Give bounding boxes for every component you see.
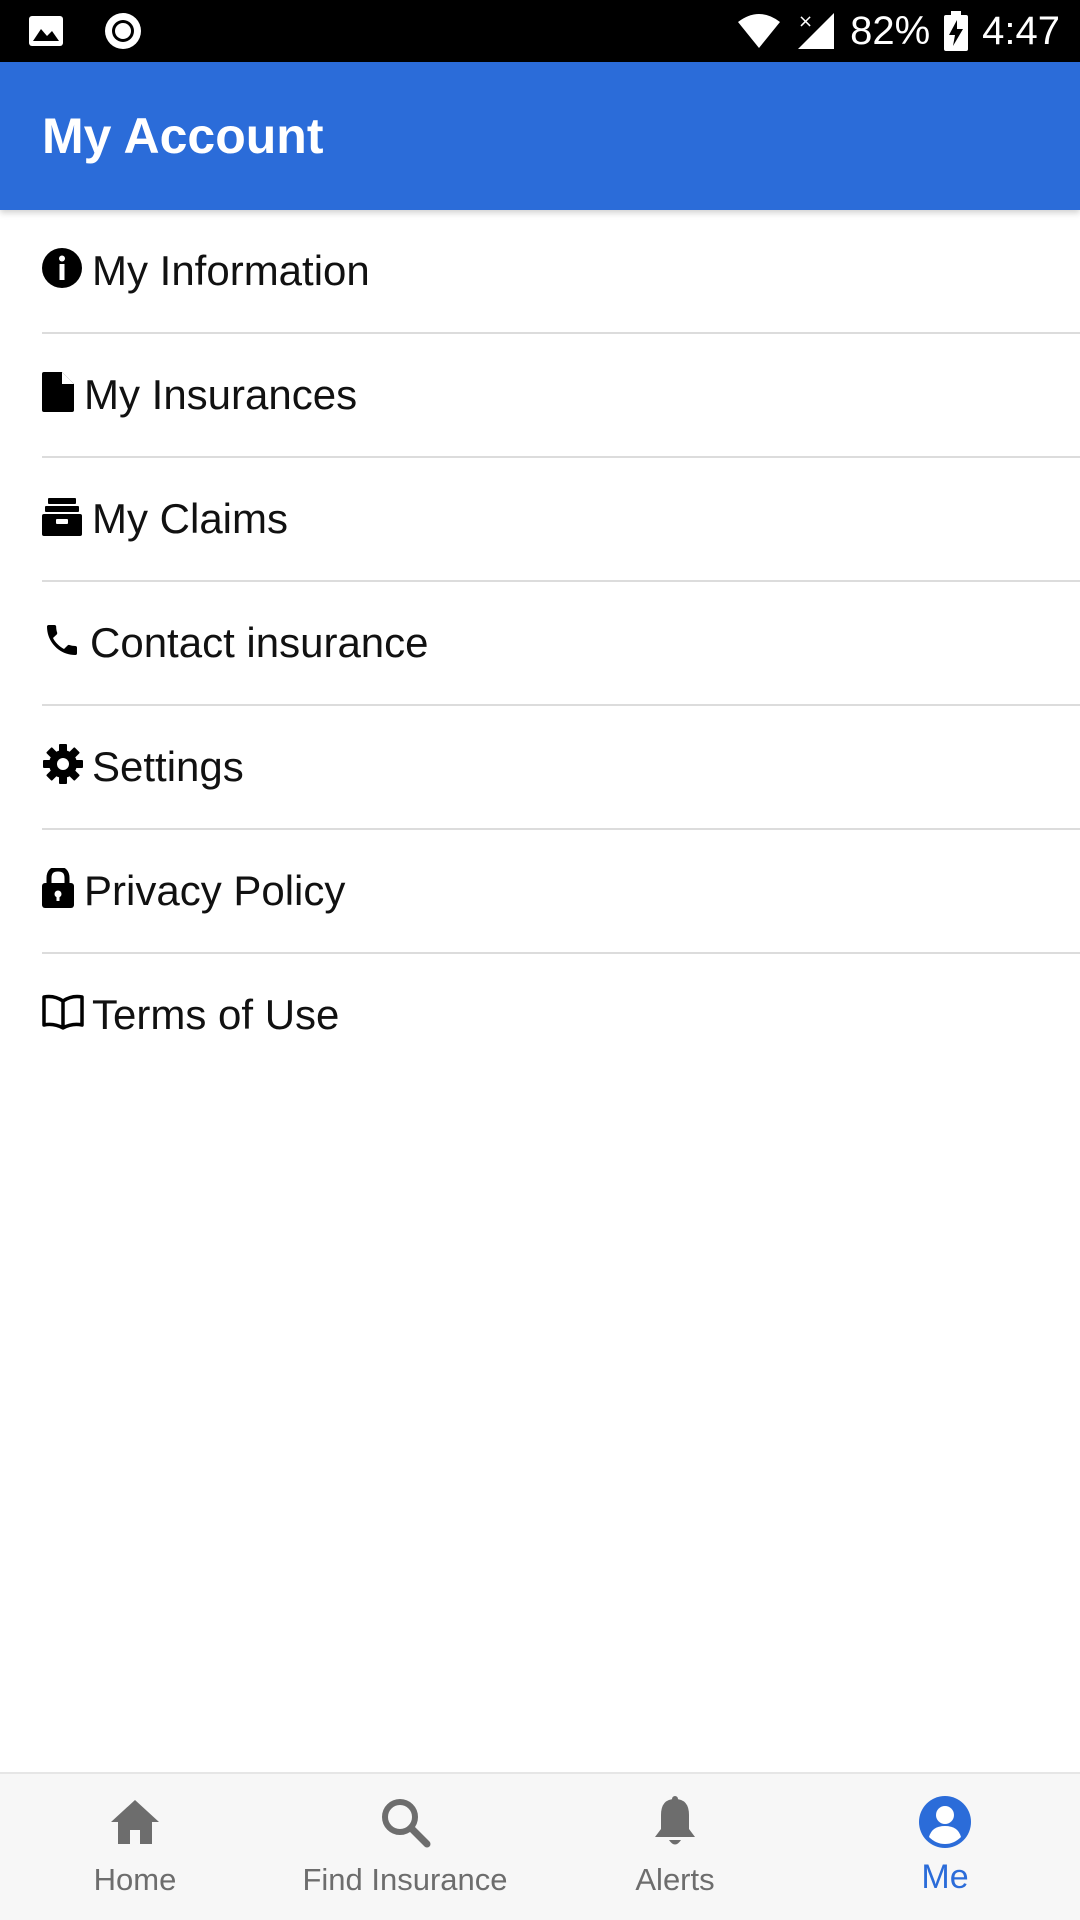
- home-icon: [109, 1798, 161, 1851]
- menu-item-label: Contact insurance: [90, 619, 429, 666]
- menu-item-label: Settings: [92, 743, 244, 790]
- menu-item-label: My Information: [92, 247, 370, 294]
- bottom-navigation: Home Find Insurance Alerts Me: [0, 1772, 1080, 1920]
- menu-item-label: My Claims: [92, 495, 288, 542]
- lock-icon: [42, 867, 76, 909]
- app-bar: My Account: [0, 62, 1080, 210]
- menu-item-settings[interactable]: Settings: [42, 706, 1080, 830]
- account-menu: My Information My Insurances My Claims C…: [0, 210, 1080, 1076]
- book-icon: [42, 991, 84, 1033]
- clock: 4:47: [982, 9, 1060, 53]
- menu-item-contact-insurance[interactable]: Contact insurance: [42, 582, 1080, 706]
- wifi-icon: [736, 12, 782, 50]
- nav-find-insurance[interactable]: Find Insurance: [270, 1774, 540, 1920]
- nav-me-label: Me: [921, 1858, 969, 1896]
- nav-alerts-label: Alerts: [635, 1862, 715, 1897]
- search-icon: [379, 1796, 431, 1853]
- menu-item-my-information[interactable]: My Information: [42, 210, 1080, 334]
- image-icon: [28, 15, 64, 47]
- menu-item-label: Privacy Policy: [84, 867, 346, 914]
- menu-item-label: My Insurances: [84, 371, 358, 418]
- menu-item-label: Terms of Use: [92, 991, 340, 1038]
- page-title: My Account: [42, 108, 324, 164]
- bell-icon: [652, 1795, 698, 1854]
- gear-icon: [42, 743, 84, 785]
- nav-alerts[interactable]: Alerts: [540, 1774, 810, 1920]
- record-icon: [104, 12, 142, 50]
- menu-item-privacy-policy[interactable]: Privacy Policy: [42, 830, 1080, 954]
- battery-percent: 82%: [850, 9, 931, 53]
- nav-home[interactable]: Home: [0, 1774, 270, 1920]
- nav-me[interactable]: Me: [810, 1774, 1080, 1920]
- svg-text:×: ×: [798, 11, 813, 32]
- menu-item-my-insurances[interactable]: My Insurances: [42, 334, 1080, 458]
- user-circle-icon: [918, 1795, 972, 1854]
- screen: × 82% 4:47 My Account My Information My …: [0, 0, 1080, 1920]
- menu-item-terms-of-use[interactable]: Terms of Use: [42, 954, 1080, 1076]
- nav-find-insurance-label: Find Insurance: [302, 1862, 508, 1897]
- phone-icon: [42, 619, 82, 661]
- battery-charging-icon: [944, 11, 969, 51]
- inbox-icon: [42, 495, 84, 537]
- status-bar: × 82% 4:47: [0, 0, 1080, 62]
- file-icon: [42, 371, 76, 413]
- nav-home-label: Home: [93, 1862, 177, 1897]
- info-circle-icon: [42, 247, 84, 289]
- signal-icon: ×: [796, 11, 836, 51]
- menu-item-my-claims[interactable]: My Claims: [42, 458, 1080, 582]
